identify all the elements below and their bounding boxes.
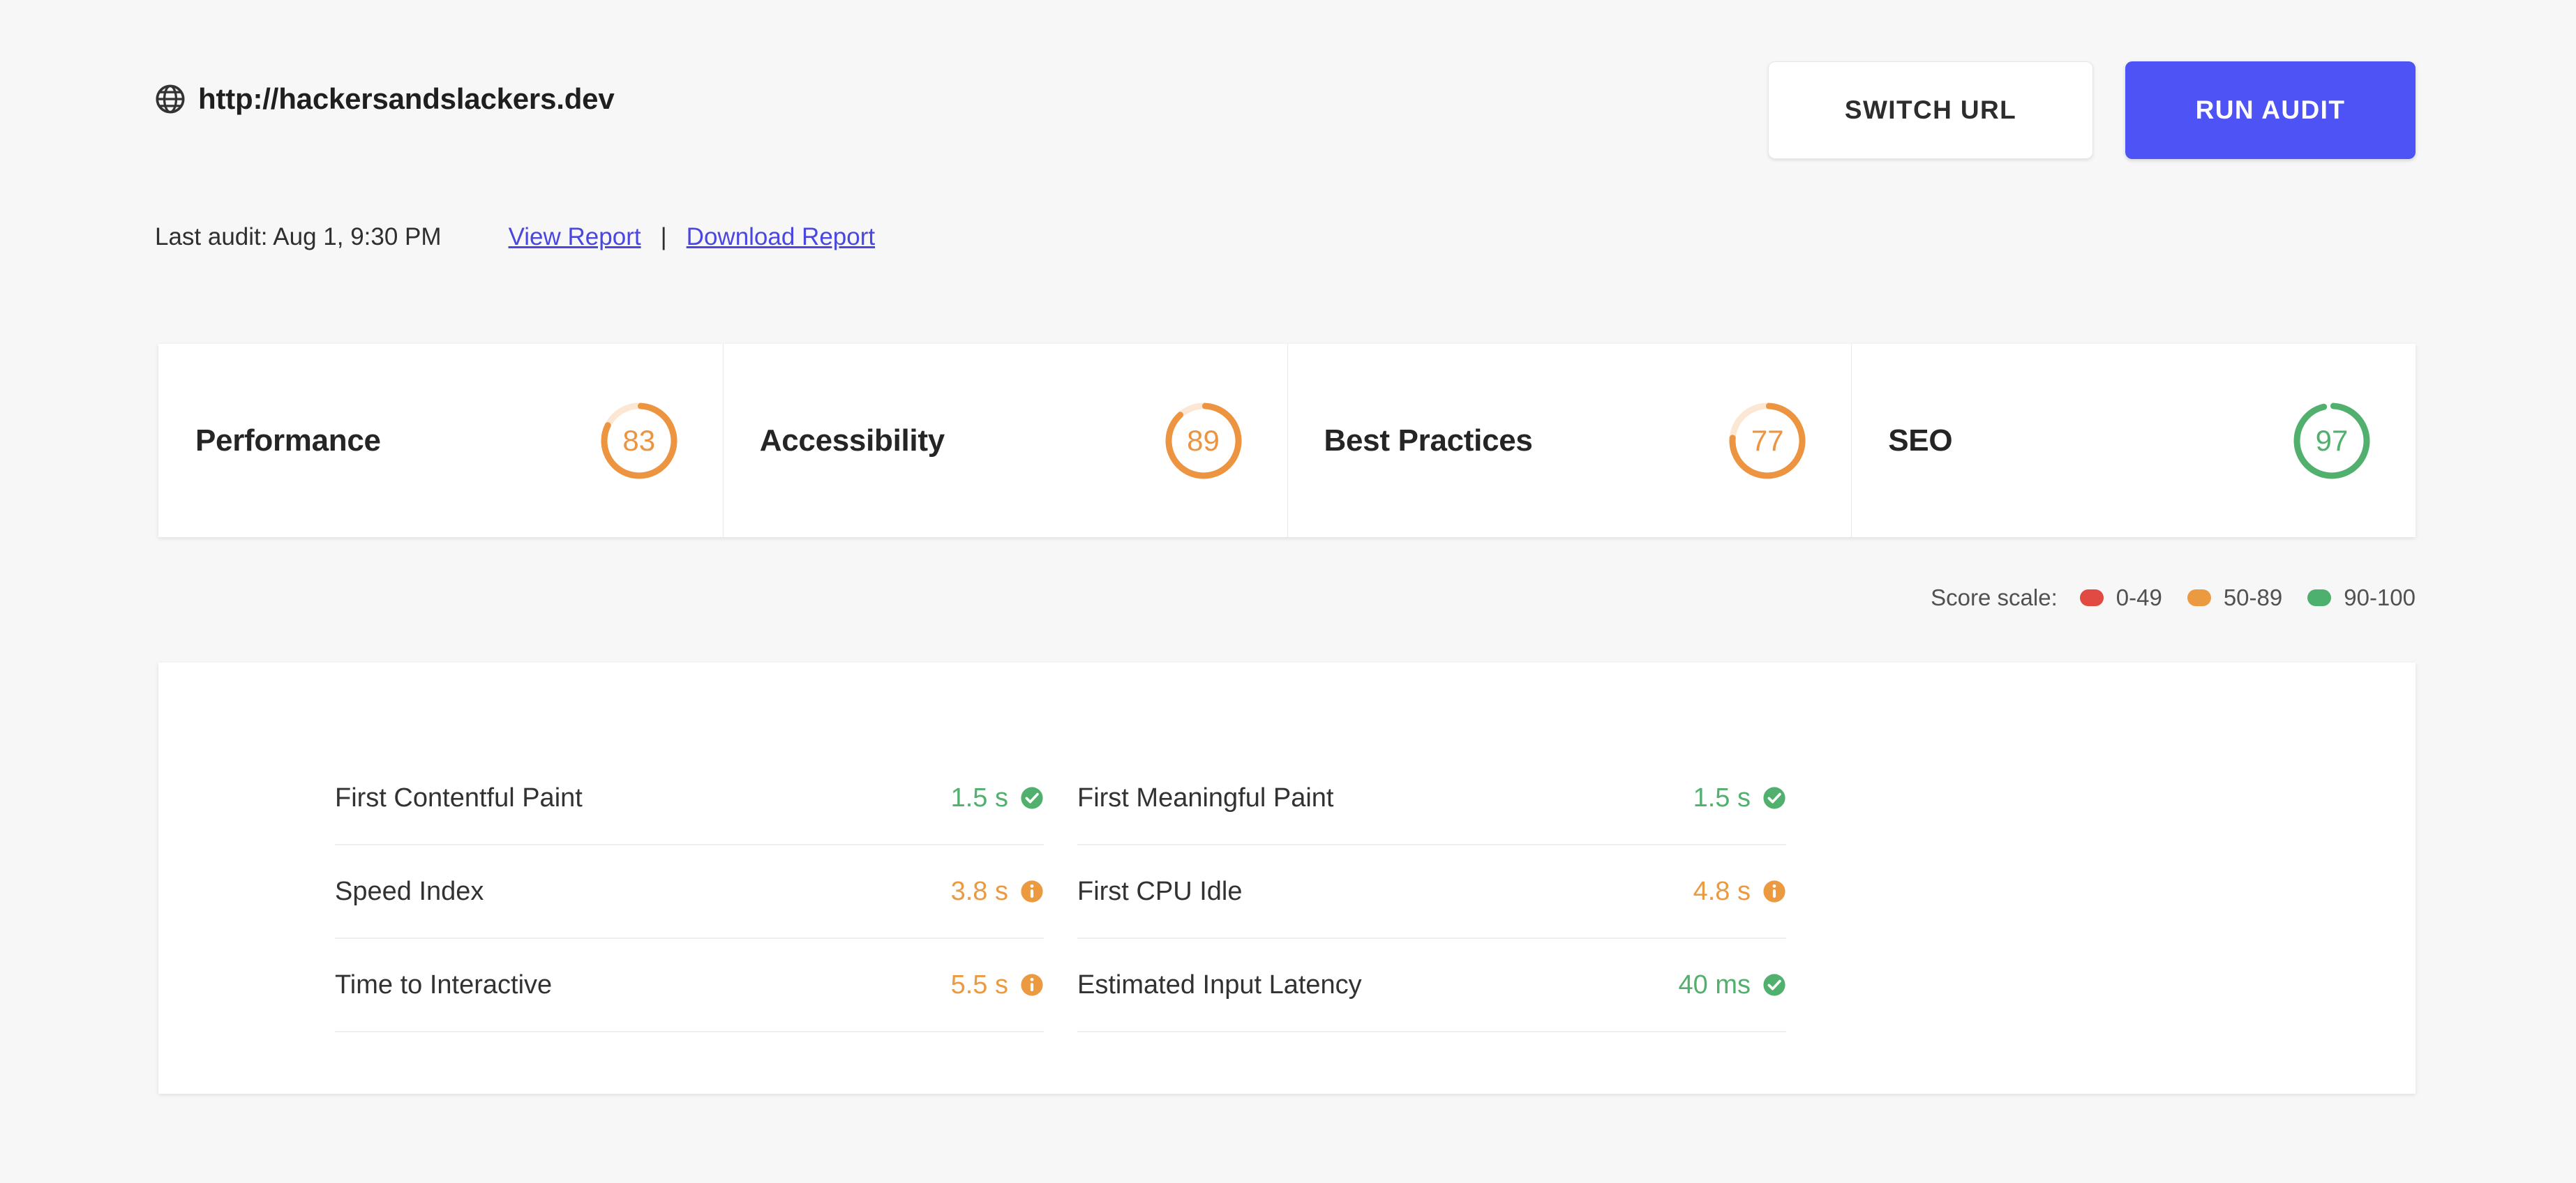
audited-url-text: http://hackersandslackers.dev xyxy=(198,82,615,115)
metric-result: 40 ms xyxy=(1679,970,1786,1000)
legend-title: Score scale: xyxy=(1931,585,2058,610)
legend-item-good: 90-100 xyxy=(2307,585,2416,611)
metric-name: First Meaningful Paint xyxy=(1077,783,1334,813)
metric-name: First Contentful Paint xyxy=(335,783,583,813)
score-gauge: 83 xyxy=(597,399,681,483)
score-gauge: 77 xyxy=(1725,399,1809,483)
audited-url-block: http://hackersandslackers.dev xyxy=(155,82,615,116)
audit-meta-line: Last audit: Aug 1, 9:30 PM View Report |… xyxy=(155,223,875,251)
metrics-column-left: First Contentful Paint 1.5 s Speed Index… xyxy=(335,752,1044,1032)
header-actions: SWITCH URL RUN AUDIT xyxy=(1768,61,2416,159)
metric-name: First CPU Idle xyxy=(1077,876,1243,906)
lighthouse-audit-page: http://hackersandslackers.dev SWITCH URL… xyxy=(0,0,2576,1183)
legend-range-label: 50-89 xyxy=(2223,585,2283,610)
globe-icon xyxy=(155,84,186,114)
score-value: 77 xyxy=(1751,423,1784,457)
score-value: 97 xyxy=(2315,423,2349,457)
legend-color-swatch xyxy=(2187,589,2211,606)
score-gauge: 97 xyxy=(2290,399,2374,483)
metric-value: 40 ms xyxy=(1678,970,1751,1000)
metric-value: 4.8 s xyxy=(1693,876,1751,906)
metric-value: 3.8 s xyxy=(950,876,1008,906)
switch-url-button[interactable]: SWITCH URL xyxy=(1768,61,2093,159)
page-header: http://hackersandslackers.dev SWITCH URL… xyxy=(155,61,2416,159)
score-cards-strip: Performance 83 Accessibility 89 Best Pra… xyxy=(158,344,2416,537)
metric-row[interactable]: First CPU Idle 4.8 s xyxy=(1077,845,1786,939)
metric-row[interactable]: First Meaningful Paint 1.5 s xyxy=(1077,752,1786,845)
score-card-best-practices[interactable]: Best Practices 77 xyxy=(1287,344,1852,537)
metrics-grid: First Contentful Paint 1.5 s Speed Index… xyxy=(335,752,1786,1032)
score-card-seo[interactable]: SEO 97 xyxy=(1851,344,2416,537)
score-card-accessibility[interactable]: Accessibility 89 xyxy=(722,344,1287,537)
metric-row[interactable]: Speed Index 3.8 s xyxy=(335,845,1044,939)
legend-item-average: 50-89 xyxy=(2187,585,2282,611)
score-label: Performance xyxy=(195,423,381,458)
score-card-performance[interactable]: Performance 83 xyxy=(158,344,723,537)
info-circle-icon xyxy=(1020,880,1044,903)
legend-range-label: 0-49 xyxy=(2116,585,2162,610)
metric-name: Speed Index xyxy=(335,876,484,906)
link-separator: | xyxy=(660,223,667,250)
check-circle-icon xyxy=(1762,786,1786,810)
legend-item-poor: 0-49 xyxy=(2079,585,2162,611)
run-audit-button[interactable]: RUN AUDIT xyxy=(2125,61,2416,159)
legend-range-label: 90-100 xyxy=(2344,585,2416,610)
legend-color-swatch xyxy=(2079,589,2104,606)
score-label: SEO xyxy=(1888,423,1953,458)
score-scale-legend: Score scale: 0-49 50-89 90-100 xyxy=(1931,585,2416,611)
metric-value: 1.5 s xyxy=(950,783,1008,813)
score-label: Best Practices xyxy=(1324,423,1533,458)
metric-value: 1.5 s xyxy=(1693,783,1751,813)
score-gauge: 89 xyxy=(1162,399,1245,483)
metric-result: 3.8 s xyxy=(951,877,1044,907)
metrics-card: First Contentful Paint 1.5 s Speed Index… xyxy=(158,663,2416,1094)
legend-color-swatch xyxy=(2307,589,2332,606)
score-label: Accessibility xyxy=(759,423,945,458)
last-audit-timestamp: Last audit: Aug 1, 9:30 PM xyxy=(155,223,442,250)
metric-row[interactable]: First Contentful Paint 1.5 s xyxy=(335,752,1044,845)
metric-result: 1.5 s xyxy=(951,783,1044,813)
metrics-column-right: First Meaningful Paint 1.5 s First CPU I… xyxy=(1077,752,1786,1032)
info-circle-icon xyxy=(1762,880,1786,903)
metric-result: 4.8 s xyxy=(1693,877,1786,907)
metric-name: Estimated Input Latency xyxy=(1077,970,1362,1000)
score-value: 89 xyxy=(1187,423,1220,457)
check-circle-icon xyxy=(1020,786,1044,810)
view-report-link[interactable]: View Report xyxy=(509,223,641,251)
check-circle-icon xyxy=(1762,973,1786,997)
metric-row[interactable]: Time to Interactive 5.5 s xyxy=(335,939,1044,1032)
score-value: 83 xyxy=(622,423,656,457)
metric-result: 1.5 s xyxy=(1693,783,1786,813)
download-report-link[interactable]: Download Report xyxy=(687,223,875,251)
metric-row[interactable]: Estimated Input Latency 40 ms xyxy=(1077,939,1786,1032)
info-circle-icon xyxy=(1020,973,1044,997)
metric-name: Time to Interactive xyxy=(335,970,553,1000)
metric-value: 5.5 s xyxy=(950,970,1008,1000)
metric-result: 5.5 s xyxy=(951,970,1044,1000)
